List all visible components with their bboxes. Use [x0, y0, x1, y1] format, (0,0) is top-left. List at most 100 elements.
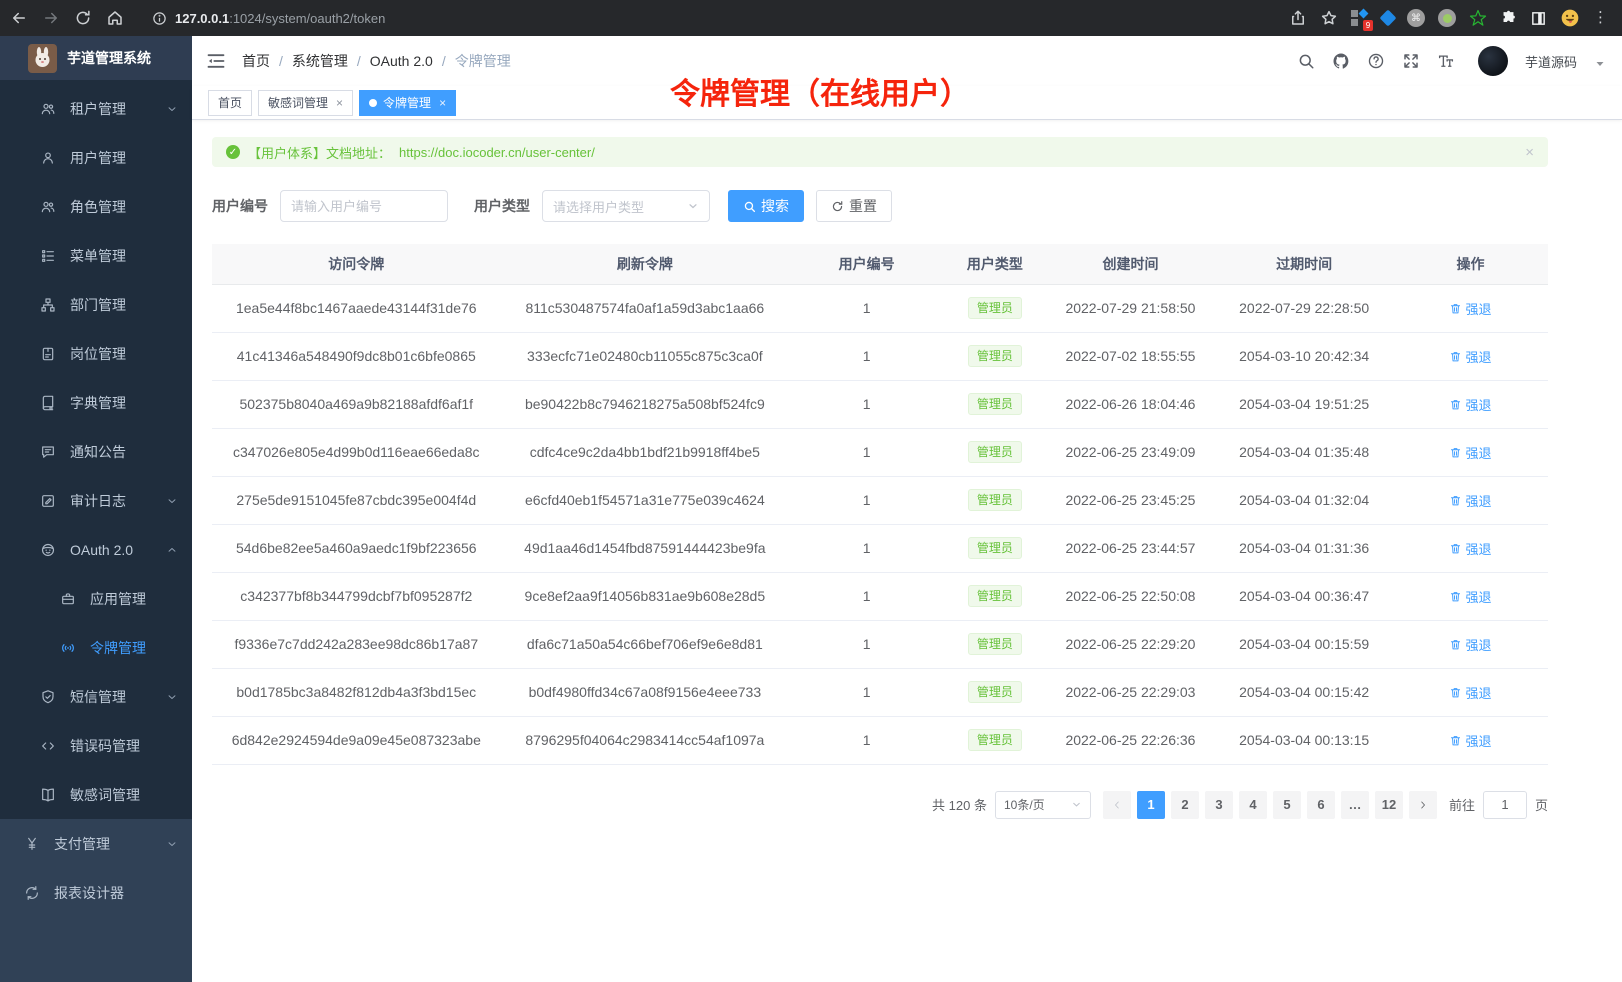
page-size-select[interactable]: 10条/页	[995, 791, 1091, 819]
sidebar-item-label: 部门管理	[70, 295, 178, 315]
column-header: 操作	[1393, 244, 1548, 284]
url-bar[interactable]: 127.0.0.1:1024/system/oauth2/token	[138, 11, 1275, 26]
back-icon[interactable]	[10, 9, 28, 27]
reset-button[interactable]: 重置	[816, 190, 892, 222]
force-logout-button[interactable]: 强退	[1449, 395, 1491, 414]
alert-close-icon[interactable]: ×	[1525, 144, 1534, 161]
sidebar-item-message[interactable]: 通知公告	[0, 427, 192, 476]
force-logout-button[interactable]: 强退	[1449, 539, 1491, 558]
sidebar-item-shield[interactable]: 短信管理	[0, 672, 192, 721]
more-pages-button[interactable]: …	[1341, 791, 1369, 819]
tab-close-icon[interactable]: ×	[439, 96, 446, 110]
sidebar-item-menu-tree[interactable]: 菜单管理	[0, 231, 192, 280]
user-avatar[interactable]	[1478, 46, 1508, 76]
search-icon[interactable]	[1297, 52, 1315, 70]
user-type-cell: 管理员	[944, 332, 1046, 380]
profile-avatar-icon[interactable]	[1560, 8, 1580, 28]
force-logout-button[interactable]: 强退	[1449, 683, 1491, 702]
sidebar-item-users[interactable]: 租户管理	[0, 84, 192, 133]
share-icon[interactable]	[1289, 9, 1307, 27]
search-button[interactable]: 搜索	[728, 190, 804, 222]
sidebar-item-user[interactable]: 用户管理	[0, 133, 192, 182]
breadcrumb-item[interactable]: 首页	[242, 51, 270, 71]
user-name[interactable]: 芋道源码	[1525, 52, 1577, 71]
extension-star-icon[interactable]	[1469, 9, 1487, 27]
force-logout-button[interactable]: 强退	[1449, 587, 1491, 606]
tab-令牌管理[interactable]: 令牌管理×	[359, 90, 456, 116]
home-icon[interactable]	[106, 9, 124, 27]
next-page-button[interactable]	[1409, 791, 1437, 819]
search-button-label: 搜索	[761, 196, 789, 216]
page-button-2[interactable]: 2	[1171, 791, 1199, 819]
user-type-tag: 管理员	[968, 297, 1022, 319]
sidebar-item-code[interactable]: 错误码管理	[0, 721, 192, 770]
sidebar-toggle-icon[interactable]	[1530, 10, 1547, 27]
sidebar-logo[interactable]: 芋道管理系统	[0, 36, 192, 80]
sidebar-item-log[interactable]: 审计日志	[0, 476, 192, 525]
reload-icon[interactable]	[74, 9, 92, 27]
force-logout-button[interactable]: 强退	[1449, 635, 1491, 654]
tab-敏感词管理[interactable]: 敏感词管理×	[258, 90, 353, 116]
sidebar-item-open-book[interactable]: 敏感词管理	[0, 770, 192, 819]
extension-puzzle-icon[interactable]	[1500, 10, 1517, 27]
sidebar-item-users[interactable]: 角色管理	[0, 182, 192, 231]
forward-icon[interactable]	[42, 9, 60, 27]
sidebar-item-robot[interactable]: OAuth 2.0	[0, 525, 192, 574]
action-cell: 强退	[1393, 572, 1548, 620]
user-type-label: 用户类型	[474, 196, 530, 216]
extension-grid-icon[interactable]: 9	[1351, 9, 1369, 27]
expire-time-cell: 2054-03-04 00:15:59	[1215, 620, 1393, 668]
bookmark-star-icon[interactable]	[1320, 9, 1338, 27]
page-button-5[interactable]: 5	[1273, 791, 1301, 819]
page-button-4[interactable]: 4	[1239, 791, 1267, 819]
browser-menu-icon[interactable]: ⋮	[1593, 13, 1608, 23]
page-button-6[interactable]: 6	[1307, 791, 1335, 819]
force-logout-button[interactable]: 强退	[1449, 299, 1491, 318]
prev-page-button[interactable]	[1103, 791, 1131, 819]
caret-down-icon[interactable]	[1594, 58, 1606, 70]
page-buttons: 123456…12	[1103, 791, 1437, 819]
sidebar-item-org[interactable]: 部门管理	[0, 280, 192, 329]
table-row: 275e5de9151045fe87cbdc395e004f4de6cfd40e…	[212, 476, 1548, 524]
fullscreen-icon[interactable]	[1402, 52, 1420, 70]
sidebar-item-badge[interactable]: 岗位管理	[0, 329, 192, 378]
refresh-token-cell: cdfc4ce9c2da4bb1bdf21b9918ff4be5	[501, 428, 790, 476]
breadcrumb-item[interactable]: 系统管理	[292, 51, 348, 71]
breadcrumb-item[interactable]: OAuth 2.0	[370, 53, 433, 69]
force-logout-button[interactable]: 强退	[1449, 731, 1491, 750]
page-button-1[interactable]: 1	[1137, 791, 1165, 819]
sidebar-item-briefcase[interactable]: 应用管理	[0, 574, 192, 623]
access-token-cell: 54d6be82ee5a460a9aedc1f9bf223656	[212, 524, 501, 572]
doc-link[interactable]: https://doc.iocoder.cn/user-center/	[399, 145, 595, 160]
tab-close-icon[interactable]: ×	[336, 96, 343, 110]
trash-icon	[1449, 542, 1462, 555]
trash-icon	[1449, 734, 1462, 747]
extension-command-icon[interactable]: ⌘	[1407, 9, 1425, 27]
page-button-3[interactable]: 3	[1205, 791, 1233, 819]
sidebar-item-report[interactable]: 报表设计器	[0, 868, 192, 917]
message-icon	[40, 444, 56, 460]
user-type-select[interactable]: 请选择用户类型	[542, 190, 710, 222]
force-logout-button[interactable]: 强退	[1449, 347, 1491, 366]
extension-diamond-icon[interactable]	[1380, 10, 1397, 27]
force-logout-button[interactable]: 强退	[1449, 491, 1491, 510]
breadcrumb-separator: /	[357, 53, 361, 69]
sidebar-collapse-icon[interactable]	[206, 51, 226, 71]
refresh-token-cell: 811c530487574fa0af1a59d3abc1aa66	[501, 284, 790, 332]
font-size-icon[interactable]	[1437, 52, 1455, 70]
github-icon[interactable]	[1332, 52, 1350, 70]
goto-page-input[interactable]	[1483, 791, 1527, 819]
page-button-12[interactable]: 12	[1375, 791, 1403, 819]
user-type-cell: 管理员	[944, 284, 1046, 332]
search-icon	[743, 200, 756, 213]
sidebar-item-dict[interactable]: 字典管理	[0, 378, 192, 427]
sidebar-item-yen[interactable]: 支付管理	[0, 819, 192, 868]
force-logout-label: 强退	[1465, 731, 1491, 750]
site-info-icon[interactable]	[152, 11, 167, 26]
sidebar-item-signal[interactable]: 令牌管理	[0, 623, 192, 672]
extension-dot-icon[interactable]	[1438, 9, 1456, 27]
force-logout-button[interactable]: 强退	[1449, 443, 1491, 462]
user-id-input[interactable]	[280, 190, 448, 222]
help-icon[interactable]	[1367, 52, 1385, 70]
tab-首页[interactable]: 首页	[208, 90, 252, 116]
